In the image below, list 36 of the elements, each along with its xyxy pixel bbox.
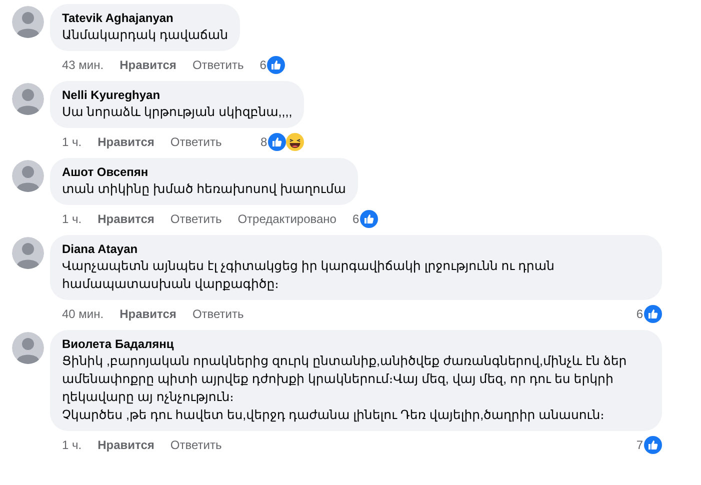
comment-text: Անմակարդակ դավաճան xyxy=(62,27,228,44)
comment-text: Սա նորաձև կրթության սկիզբնա,,,, xyxy=(62,104,292,121)
reply-link[interactable]: Ответить xyxy=(192,57,244,73)
comment-time[interactable]: 1 ч. xyxy=(62,437,82,453)
like-link[interactable]: Нравится xyxy=(120,57,176,73)
comment-time[interactable]: 43 мин. xyxy=(62,57,104,73)
author-name[interactable]: Виолета Бадалянц xyxy=(62,336,650,352)
avatar[interactable] xyxy=(12,83,44,115)
comment-text: Վարչապետն այնպես էլ չգիտակցեց իր կարգավիճակի լրջությունն ու դրան համապատասխան վարքագիծը։ xyxy=(62,258,556,293)
author-name[interactable]: Nelli Kyureghyan xyxy=(62,87,292,103)
like-link[interactable]: Нравится xyxy=(98,437,154,453)
author-name[interactable]: Tatevik Aghajanyan xyxy=(62,10,228,26)
reply-link[interactable]: Ответить xyxy=(170,211,222,227)
like-link[interactable]: Нравится xyxy=(98,211,154,227)
comment-time[interactable]: 1 ч. xyxy=(62,134,82,150)
avatar[interactable] xyxy=(12,6,44,38)
reply-link[interactable]: Ответить xyxy=(192,306,244,322)
comment-time[interactable]: 1 ч. xyxy=(62,211,82,227)
avatar[interactable] xyxy=(12,237,44,269)
reaction-count[interactable]: 7 xyxy=(636,437,643,453)
author-name[interactable]: Diana Atayan xyxy=(62,241,650,257)
reaction-count[interactable]: 6 xyxy=(260,57,266,73)
edited-label: Отредактировано xyxy=(238,211,336,227)
reply-link[interactable]: Ответить xyxy=(170,437,222,453)
like-link[interactable]: Нравится xyxy=(120,306,176,322)
comment-text: տան տիկինը խմած հեռախոսով խաղումա xyxy=(62,181,346,198)
like-link[interactable]: Нравится xyxy=(98,134,154,150)
reaction-count[interactable]: 6 xyxy=(636,306,643,322)
author-name[interactable]: Ашот Овсепян xyxy=(62,164,346,180)
comment-time[interactable]: 40 мин. xyxy=(62,306,104,322)
comment-text: Ցինիկ ,բարոյական որակներից զուրկ ընտանիք,անիծվեք ժառանգներով,մինչև էն ձեր ամենափոքրը պիտի այրվեք դժոխքի կրակներում։Վայ մեզ, վայ մեզ, որ դու ես երկրի ղեկավարը այ ոչնչություն։ Չկարծես ,թե դու հավետ ես,վերջդ դաժանա լինելու Դեռ վայելիր,ծաղրիր անասուն։ xyxy=(62,353,628,424)
avatar[interactable] xyxy=(12,332,44,364)
reply-link[interactable]: Ответить xyxy=(170,134,222,150)
reaction-count[interactable]: 8 xyxy=(260,134,268,150)
reaction-count[interactable]: 6 xyxy=(352,211,360,227)
avatar[interactable] xyxy=(12,160,44,192)
